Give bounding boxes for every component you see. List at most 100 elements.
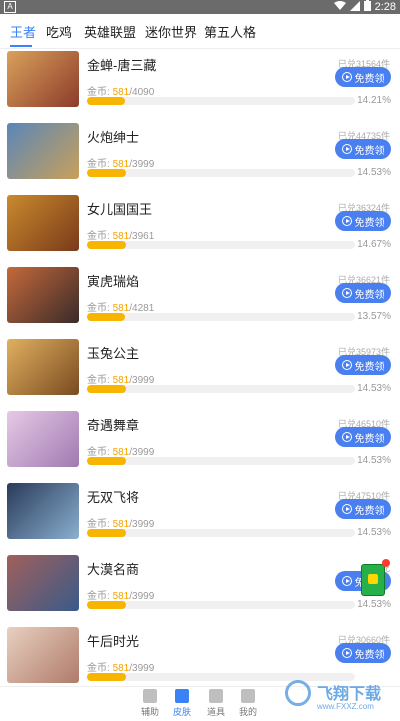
progress-bar	[87, 169, 355, 177]
free-claim-button[interactable]: 免费领	[335, 211, 391, 231]
progress-fill	[87, 601, 126, 609]
progress-percent: 14.67%	[357, 239, 391, 250]
tab-lol[interactable]: 英雄联盟	[84, 22, 136, 41]
progress-percent: 13.57%	[357, 311, 391, 322]
skin-thumbnail[interactable]	[7, 339, 79, 395]
progress-percent: 14.53%	[357, 383, 391, 394]
free-claim-button[interactable]: 免费领	[335, 283, 391, 303]
play-icon	[341, 432, 352, 442]
play-icon	[341, 576, 352, 586]
progress-fill	[87, 673, 126, 681]
skin-title: 寅虎瑞焰	[87, 274, 140, 289]
tab-mini-world[interactable]: 迷你世界	[145, 22, 197, 41]
watermark: 飞翔下载 www.FXXZ.com	[285, 676, 395, 716]
list-item[interactable]: 女儿国国王 已兑36324件 金币: 581/3961 免费领 14.67%	[0, 192, 400, 264]
skin-thumbnail[interactable]	[7, 195, 79, 251]
tab-identity-v[interactable]: 第五人格	[204, 22, 256, 41]
coin-progress-text: 金币: 581/3961	[87, 227, 154, 242]
list-item[interactable]: 玉兔公主 已兑35973件 金币: 581/3999 免费领 14.53%	[0, 336, 400, 408]
skin-thumbnail[interactable]	[7, 627, 79, 683]
nav-label: 我的	[238, 707, 257, 717]
progress-bar	[87, 601, 355, 609]
play-icon	[341, 144, 352, 154]
free-claim-button[interactable]: 免费领	[335, 499, 391, 519]
nav-label: 辅助	[140, 707, 159, 717]
category-tabs: 王者 吃鸡 英雄联盟 迷你世界 第五人格	[0, 14, 400, 49]
progress-fill	[87, 457, 126, 465]
button-label: 免费领	[354, 361, 385, 373]
list-item[interactable]: 寅虎瑞焰 已兑36621件 金币: 581/4281 免费领 13.57%	[0, 264, 400, 336]
shirt-icon	[175, 689, 189, 703]
tab-wangzhe[interactable]: 王者	[10, 22, 36, 41]
progress-bar	[87, 97, 355, 105]
nav-label: 皮肤	[172, 707, 191, 717]
free-claim-button[interactable]: 免费领	[335, 67, 391, 87]
button-label: 免费领	[354, 505, 385, 517]
floating-red-envelope-icon[interactable]	[361, 559, 390, 596]
list-item[interactable]: 金蝉-唐三藏 已兑31564件 金币: 581/4090 免费领 14.21%	[0, 48, 400, 120]
list-item[interactable]: 火炮绅士 已兑44735件 金币: 581/3999 免费领 14.53%	[0, 120, 400, 192]
list-item[interactable]: 奇遇舞章 已兑46510件 金币: 581/3999 免费领 14.53%	[0, 408, 400, 480]
play-icon	[341, 360, 352, 370]
status-time: 2:28	[374, 1, 396, 13]
play-icon	[341, 216, 352, 226]
button-label: 免费领	[354, 145, 385, 157]
watermark-url: www.FXXZ.com	[317, 702, 374, 711]
skin-thumbnail[interactable]	[7, 555, 79, 611]
tab-chiji[interactable]: 吃鸡	[46, 22, 72, 41]
skin-thumbnail[interactable]	[7, 51, 79, 107]
progress-fill	[87, 529, 126, 537]
skin-title: 金蝉-唐三藏	[87, 58, 157, 73]
play-icon	[341, 72, 352, 82]
coin-icon	[368, 574, 378, 584]
play-icon	[341, 504, 352, 514]
button-label: 免费领	[354, 217, 385, 229]
progress-percent: 14.53%	[357, 527, 391, 538]
skin-thumbnail[interactable]	[7, 123, 79, 179]
coin-progress-text: 金币: 581/3999	[87, 155, 154, 170]
coin-progress-text: 金币: 581/3999	[87, 587, 154, 602]
nav-item-mine[interactable]: 我的	[228, 689, 268, 718]
progress-percent: 14.53%	[357, 167, 391, 178]
progress-percent: 14.21%	[357, 95, 391, 106]
coin-progress-text: 金币: 581/3999	[87, 443, 154, 458]
skin-thumbnail[interactable]	[7, 483, 79, 539]
free-claim-button[interactable]: 免费领	[335, 643, 391, 663]
list-item[interactable]: 无双飞将 已兑47510件 金币: 581/3999 免费领 14.53%	[0, 480, 400, 552]
progress-fill	[87, 169, 126, 177]
progress-fill	[87, 97, 126, 105]
signal-icon	[349, 0, 360, 14]
progress-fill	[87, 385, 126, 393]
watermark-logo-icon	[285, 680, 311, 706]
wifi-icon	[333, 0, 346, 14]
status-icons: 2:28	[333, 0, 396, 14]
notification-icon: A	[4, 1, 16, 13]
progress-bar	[87, 241, 355, 249]
coin-progress-text: 金币: 581/3999	[87, 515, 154, 530]
coin-progress-text: 金币: 581/3999	[87, 371, 154, 386]
progress-bar	[87, 313, 355, 321]
image-icon	[143, 689, 157, 703]
list-item[interactable]: 大漠名商 已兑 金币: 581/3999 免费领 14.53%	[0, 552, 400, 624]
progress-bar	[87, 529, 355, 537]
skin-title: 无双飞将	[87, 490, 140, 505]
free-claim-button[interactable]: 免费领	[335, 355, 391, 375]
free-claim-button[interactable]: 免费领	[335, 139, 391, 159]
progress-percent: 14.53%	[357, 455, 391, 466]
skin-thumbnail[interactable]	[7, 267, 79, 323]
progress-percent: 14.53%	[357, 599, 391, 610]
free-claim-button[interactable]: 免费领	[335, 427, 391, 447]
skin-thumbnail[interactable]	[7, 411, 79, 467]
progress-fill	[87, 241, 127, 249]
button-label: 免费领	[354, 433, 385, 445]
progress-bar	[87, 385, 355, 393]
status-bar: A 2:28	[0, 0, 400, 14]
skin-title: 女儿国国王	[87, 202, 153, 217]
nav-label: 道具	[206, 707, 225, 717]
skin-title: 火炮绅士	[87, 130, 140, 145]
skin-title: 玉兔公主	[87, 346, 140, 361]
coin-progress-text: 金币: 581/4090	[87, 83, 154, 98]
button-label: 免费领	[354, 73, 385, 85]
play-icon	[341, 648, 352, 658]
box-icon	[209, 689, 223, 703]
